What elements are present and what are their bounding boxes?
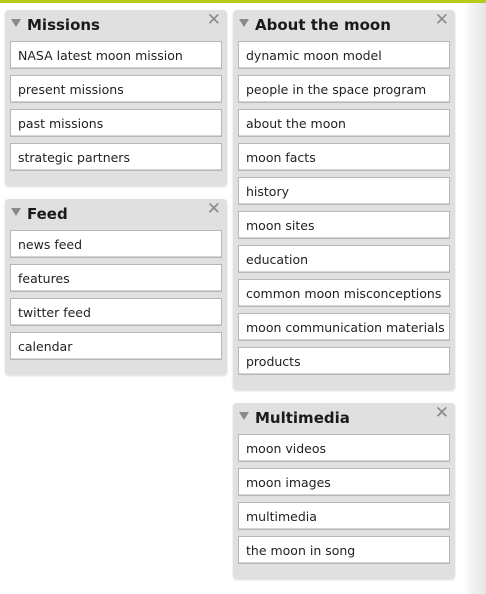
- missions-item-list: NASA latest moon mission present mission…: [5, 36, 227, 171]
- multimedia-panel-header: Multimedia ✕: [233, 403, 455, 429]
- multimedia-item-list: moon videos moon images multimedia the m…: [233, 429, 455, 564]
- feed-panel: Feed ✕ news feed features twitter feed c…: [5, 199, 227, 375]
- link-news-feed[interactable]: news feed: [10, 230, 222, 258]
- feed-panel-title: Feed: [27, 205, 68, 223]
- top-accent-bar: [0, 0, 486, 3]
- link-nasa-latest-moon-mission[interactable]: NASA latest moon mission: [10, 41, 222, 69]
- about-item-list: dynamic moon model people in the space p…: [233, 36, 455, 375]
- link-moon-videos[interactable]: moon videos: [238, 434, 450, 462]
- link-features[interactable]: features: [10, 264, 222, 292]
- link-about-the-moon[interactable]: about the moon: [238, 109, 450, 137]
- about-panel-header: About the moon ✕: [233, 10, 455, 36]
- collapse-triangle-icon[interactable]: [239, 19, 249, 27]
- link-past-missions[interactable]: past missions: [10, 109, 222, 137]
- link-moon-communication-materials[interactable]: moon communication materials: [238, 313, 450, 341]
- link-moon-images[interactable]: moon images: [238, 468, 450, 496]
- link-education[interactable]: education: [238, 245, 450, 273]
- multimedia-panel-title: Multimedia: [255, 409, 350, 427]
- collapse-triangle-icon[interactable]: [239, 412, 249, 420]
- link-multimedia[interactable]: multimedia: [238, 502, 450, 530]
- missions-close-icon[interactable]: ✕: [207, 12, 221, 29]
- link-history[interactable]: history: [238, 177, 450, 205]
- link-products[interactable]: products: [238, 347, 450, 375]
- about-close-icon[interactable]: ✕: [435, 12, 449, 29]
- link-the-moon-in-song[interactable]: the moon in song: [238, 536, 450, 564]
- link-strategic-partners[interactable]: strategic partners: [10, 143, 222, 171]
- link-calendar[interactable]: calendar: [10, 332, 222, 360]
- missions-panel-title: Missions: [27, 16, 100, 34]
- link-moon-sites[interactable]: moon sites: [238, 211, 450, 239]
- multimedia-close-icon[interactable]: ✕: [435, 405, 449, 422]
- content-edge-shadow: [464, 3, 486, 594]
- link-dynamic-moon-model[interactable]: dynamic moon model: [238, 41, 450, 69]
- collapse-triangle-icon[interactable]: [11, 19, 21, 27]
- link-twitter-feed[interactable]: twitter feed: [10, 298, 222, 326]
- multimedia-panel: Multimedia ✕ moon videos moon images mul…: [233, 403, 455, 579]
- link-moon-facts[interactable]: moon facts: [238, 143, 450, 171]
- feed-close-icon[interactable]: ✕: [207, 201, 221, 218]
- about-panel-title: About the moon: [255, 16, 391, 34]
- feed-item-list: news feed features twitter feed calendar: [5, 225, 227, 360]
- feed-panel-header: Feed ✕: [5, 199, 227, 225]
- link-present-missions[interactable]: present missions: [10, 75, 222, 103]
- link-people-in-the-space-program[interactable]: people in the space program: [238, 75, 450, 103]
- missions-panel-header: Missions ✕: [5, 10, 227, 36]
- missions-panel: Missions ✕ NASA latest moon mission pres…: [5, 10, 227, 186]
- collapse-triangle-icon[interactable]: [11, 208, 21, 216]
- about-the-moon-panel: About the moon ✕ dynamic moon model peop…: [233, 10, 455, 390]
- link-common-moon-misconceptions[interactable]: common moon misconceptions: [238, 279, 450, 307]
